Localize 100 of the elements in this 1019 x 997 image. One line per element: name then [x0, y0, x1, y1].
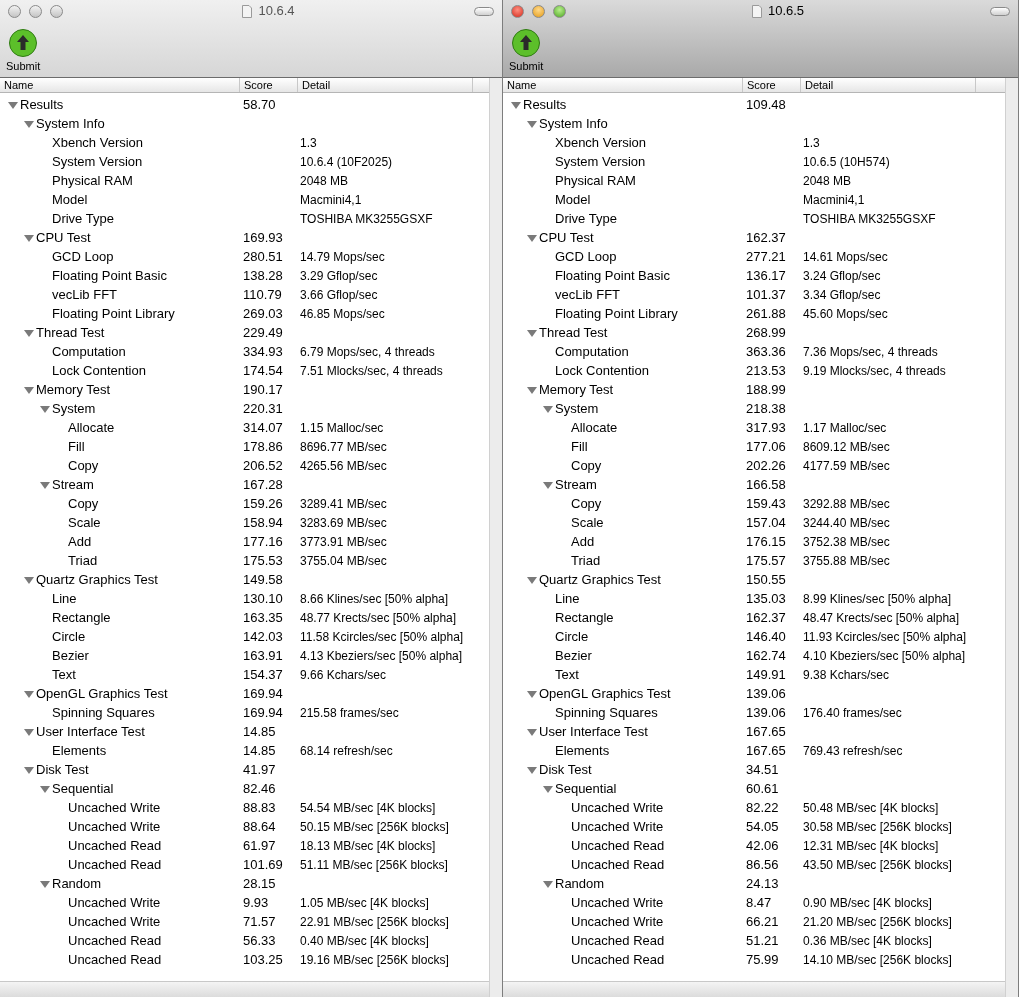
row-score: 82.46 [243, 780, 276, 796]
row-name: Copy [571, 494, 602, 513]
column-header[interactable]: Detail [801, 78, 976, 92]
row-detail: 14.10 MB/sec [256K blocks] [803, 952, 952, 967]
window-control-icon[interactable] [50, 4, 63, 18]
disclosure-triangle-icon[interactable] [40, 878, 50, 889]
disclosure-triangle-icon[interactable] [511, 99, 521, 110]
window-control-icon[interactable] [553, 4, 566, 18]
row-name: Add [68, 532, 92, 551]
disclosure-triangle-icon[interactable] [24, 726, 34, 737]
disclosure-triangle-icon[interactable] [543, 403, 553, 414]
row-score: 175.57 [746, 552, 786, 568]
disclosure-triangle-icon[interactable] [543, 479, 553, 490]
disclosure-triangle-icon[interactable] [527, 726, 537, 737]
disclosure-triangle-icon[interactable] [543, 783, 553, 794]
window-control-icon[interactable] [532, 4, 545, 18]
row-score: 188.99 [746, 381, 786, 397]
disclosure-triangle-icon[interactable] [24, 327, 34, 338]
toolbar-toggle-button[interactable] [990, 6, 1010, 16]
disclosure-triangle-icon[interactable] [40, 783, 50, 794]
row-detail: 14.79 Mops/sec [300, 249, 385, 264]
row-name: System [555, 399, 599, 418]
row-name: Floating Point Basic [555, 266, 670, 285]
disclosure-triangle-icon[interactable] [527, 574, 537, 585]
row-score: 14.85 [243, 723, 276, 739]
scrollbar-track[interactable] [1005, 78, 1018, 997]
row-score: 177.06 [746, 438, 786, 454]
row-name: Uncached Write [571, 817, 664, 836]
column-header[interactable]: Name [503, 78, 743, 92]
column-header[interactable]: Detail [298, 78, 473, 92]
row-score: 88.64 [243, 818, 276, 834]
row-detail: 3.66 Gflop/sec [300, 287, 378, 302]
column-header[interactable]: Score [743, 78, 801, 92]
disclosure-triangle-icon[interactable] [24, 118, 34, 129]
disclosure-triangle-icon[interactable] [527, 118, 537, 129]
row-name: Thread Test [36, 323, 105, 342]
disclosure-triangle-icon[interactable] [527, 327, 537, 338]
disclosure-triangle-icon[interactable] [24, 574, 34, 585]
row-detail: 14.61 Mops/sec [803, 249, 888, 264]
row-detail: 0.90 MB/sec [4K blocks] [803, 895, 932, 910]
row-name: System Info [539, 114, 608, 133]
row-score: 167.65 [746, 742, 786, 758]
disclosure-triangle-icon[interactable] [24, 232, 34, 243]
disclosure-triangle-icon[interactable] [24, 384, 34, 395]
row-detail: 46.85 Mops/sec [300, 306, 385, 321]
row-score: 280.51 [243, 248, 283, 264]
row-score: 24.13 [746, 875, 779, 891]
row-detail: 8696.77 MB/sec [300, 439, 387, 454]
row-score: 139.06 [746, 704, 786, 720]
row-score: 136.17 [746, 267, 786, 283]
window-control-icon[interactable] [511, 4, 524, 18]
window-control-icon[interactable] [8, 4, 21, 18]
row-score: 56.33 [243, 932, 276, 948]
disclosure-triangle-icon[interactable] [24, 688, 34, 699]
row-score: 206.52 [243, 457, 283, 473]
row-detail: 3283.69 MB/sec [300, 515, 387, 530]
disclosure-triangle-icon[interactable] [40, 403, 50, 414]
row-score: 166.58 [746, 476, 786, 492]
disclosure-triangle-icon[interactable] [527, 688, 537, 699]
column-header[interactable]: Name [0, 78, 240, 92]
row-name: Allocate [68, 418, 115, 437]
row-name: Results [20, 95, 64, 114]
row-score: 177.16 [243, 533, 283, 549]
disclosure-triangle-icon[interactable] [40, 479, 50, 490]
disclosure-triangle-icon[interactable] [24, 764, 34, 775]
row-score: 213.53 [746, 362, 786, 378]
scrollbar-track[interactable] [489, 78, 502, 997]
disclosure-triangle-icon[interactable] [543, 878, 553, 889]
window-control-icon[interactable] [29, 4, 42, 18]
row-detail: 12.31 MB/sec [4K blocks] [803, 838, 939, 853]
row-name: Model [555, 190, 591, 209]
row-detail: 48.47 Krects/sec [50% alpha] [803, 610, 960, 625]
disclosure-triangle-icon[interactable] [527, 232, 537, 243]
row-name: Fill [68, 437, 85, 456]
toolbar-toggle-button[interactable] [474, 6, 494, 16]
row-score: 75.99 [746, 951, 779, 967]
row-detail: 2048 MB [803, 173, 852, 188]
row-name: Elements [555, 741, 610, 760]
row-name: System Version [52, 152, 143, 171]
row-detail: 215.58 frames/sec [300, 705, 399, 720]
row-name: Uncached Write [68, 817, 161, 836]
row-score: 61.97 [243, 837, 276, 853]
row-score: 178.86 [243, 438, 283, 454]
submit-button[interactable]: Submit [6, 27, 41, 74]
row-name: System [52, 399, 96, 418]
disclosure-triangle-icon[interactable] [8, 99, 18, 110]
row-detail: 0.36 MB/sec [4K blocks] [803, 933, 932, 948]
row-score: 202.26 [746, 457, 786, 473]
column-header[interactable]: Score [240, 78, 298, 92]
disclosure-triangle-icon[interactable] [527, 764, 537, 775]
disclosure-triangle-icon[interactable] [527, 384, 537, 395]
row-detail: 8.99 Klines/sec [50% alpha] [803, 591, 952, 606]
row-score: 41.97 [243, 761, 276, 777]
row-detail: 43.50 MB/sec [256K blocks] [803, 857, 952, 872]
row-name: Spinning Squares [52, 703, 155, 722]
row-name: Memory Test [539, 380, 614, 399]
row-score: 9.93 [243, 894, 269, 910]
row-detail: 8.66 Klines/sec [50% alpha] [300, 591, 449, 606]
submit-button[interactable]: Submit [509, 27, 544, 74]
row-name: Thread Test [539, 323, 608, 342]
